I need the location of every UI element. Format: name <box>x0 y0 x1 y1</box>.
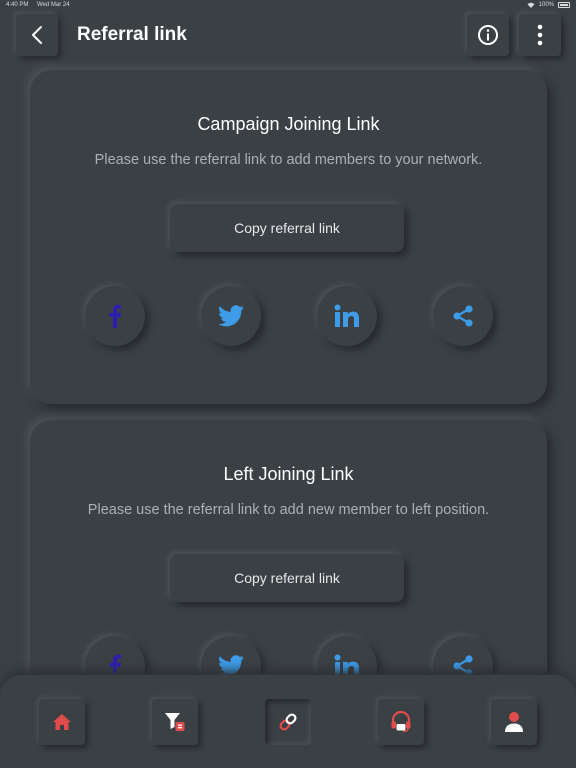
back-button[interactable] <box>16 14 58 56</box>
nav-home-button[interactable] <box>39 699 85 745</box>
share-row <box>30 286 547 346</box>
copy-referral-link-button[interactable]: Copy referral link <box>170 204 404 252</box>
link-icon <box>279 713 297 731</box>
status-time: 4:40 PM <box>6 2 29 8</box>
filter-icon <box>165 713 185 731</box>
nav-filter-button[interactable] <box>152 699 198 745</box>
home-icon <box>53 714 71 730</box>
headset-icon <box>391 710 411 733</box>
status-date: Wed Mar 24 <box>37 2 70 8</box>
linkedin-icon <box>334 304 359 327</box>
chevron-left-icon <box>32 26 42 44</box>
battery-icon <box>558 2 570 8</box>
nav-profile-button[interactable] <box>491 699 537 745</box>
campaign-link-card: Campaign Joining Link Please use the ref… <box>30 70 547 404</box>
wifi-icon <box>527 2 535 8</box>
copy-referral-link-button[interactable]: Copy referral link <box>170 554 404 602</box>
info-icon <box>478 25 498 45</box>
facebook-icon <box>109 304 121 328</box>
more-vertical-icon <box>537 24 543 46</box>
twitter-icon <box>218 305 244 327</box>
share-icon <box>453 305 473 327</box>
info-button[interactable] <box>467 14 509 56</box>
share-more-button[interactable] <box>433 286 493 346</box>
card-description: Please use the referral link to add new … <box>87 502 490 518</box>
card-title: Campaign Joining Link <box>197 114 380 134</box>
card-title: Left Joining Link <box>223 464 354 484</box>
bottom-nav <box>0 675 576 768</box>
page-title: Referral link <box>77 24 187 45</box>
status-bar: 4:40 PM Wed Mar 24 100% <box>0 0 576 12</box>
user-icon <box>505 712 523 732</box>
nav-support-button[interactable] <box>378 699 424 745</box>
share-facebook-button[interactable] <box>85 286 145 346</box>
share-linkedin-button[interactable] <box>317 286 377 346</box>
more-options-button[interactable] <box>519 14 561 56</box>
card-description: Please use the referral link to add memb… <box>94 152 483 168</box>
share-twitter-button[interactable] <box>201 286 261 346</box>
nav-link-button[interactable] <box>265 699 311 745</box>
twitter-icon <box>218 655 244 677</box>
battery-percent: 100% <box>538 2 554 8</box>
